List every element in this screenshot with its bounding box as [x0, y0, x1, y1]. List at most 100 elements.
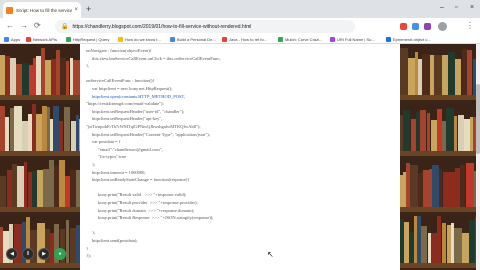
bookmark-item[interactable]: Java - How to ret fo...	[222, 36, 267, 43]
profile-avatar[interactable]	[438, 22, 447, 31]
bookmarks-bar: Apps Network APIs HttpRequest | Query Ho…	[0, 35, 480, 44]
book-spine	[24, 162, 27, 207]
code-line: httpclient.setRequestHeader("Content-Typ…	[92, 131, 210, 137]
next-icon[interactable]: ▶	[38, 248, 50, 260]
book-spine	[400, 48, 408, 95]
code-line: kony.print("Result Response >>> "+JSON.s…	[98, 215, 214, 221]
bookmark-item[interactable]: Apps	[4, 36, 20, 43]
book-spine	[421, 226, 427, 263]
shelf-board	[0, 207, 80, 212]
book-spine	[66, 61, 69, 95]
book-spine	[59, 121, 63, 151]
record-icon[interactable]: ●	[54, 248, 66, 260]
mouse-cursor-icon: ↖	[267, 250, 274, 259]
bookmark-label: Mulch: Curve Crazl...	[285, 37, 323, 42]
book-spine	[454, 116, 457, 151]
book-spine	[460, 165, 465, 207]
bookshelf-background	[0, 44, 80, 270]
code-line: onNavigate : function(objectEvent){	[86, 48, 152, 53]
code-line: });	[86, 253, 91, 259]
code-line: "https://restt4rtnmgd.com/email-validate…	[86, 101, 164, 107]
apps-icon	[4, 37, 9, 42]
menu-icon[interactable]: ⋮	[466, 21, 474, 31]
forward-icon[interactable]: →	[20, 21, 28, 31]
extension-icon[interactable]	[412, 23, 419, 30]
shelf-board	[0, 95, 80, 100]
code-line: this.view.btnServiceCallEvent.onClick = …	[92, 55, 221, 61]
minimize-icon[interactable]: –	[440, 3, 444, 13]
book-spine	[22, 63, 29, 95]
book-spine	[442, 223, 446, 263]
blogger-favicon-icon	[6, 6, 13, 14]
book-spine	[14, 106, 22, 151]
extension-icon[interactable]	[400, 23, 407, 30]
bookmark-favicon-icon	[222, 37, 227, 42]
bookmark-favicon-icon	[278, 37, 283, 42]
scrollbar-thumb[interactable]	[476, 84, 480, 154]
book-spine	[462, 233, 469, 263]
bookmark-item[interactable]: URI Full Name | Su...	[330, 36, 375, 43]
back-icon[interactable]: ←	[6, 21, 14, 31]
bookshelf-background	[400, 44, 480, 270]
code-line: httpclient.onReadyStateChange = function…	[92, 177, 190, 183]
maximize-icon[interactable]: ▫	[455, 3, 457, 13]
close-window-icon[interactable]: ×	[470, 3, 474, 13]
video-controls: ◀ II ▶ ●	[6, 245, 70, 263]
code-line: };	[92, 162, 96, 167]
bookmark-favicon-icon	[170, 37, 175, 42]
new-tab-icon[interactable]: +	[86, 4, 91, 14]
book-spine	[420, 110, 426, 151]
scrollbar[interactable]	[476, 44, 480, 270]
shelf-board	[400, 95, 480, 100]
browser-toolbar: ← → ⟳ 🔒 https://chandlerry.blogspot.com/…	[0, 18, 480, 35]
bookmark-label: Network APIs	[33, 37, 58, 42]
bookmark-label: HttpRequest | Query	[73, 37, 110, 42]
bookmark-favicon-icon	[26, 37, 31, 42]
lock-icon: 🔒	[61, 24, 69, 30]
book-spine	[64, 107, 70, 151]
previous-icon[interactable]: ◀	[6, 248, 18, 260]
book-spine	[439, 169, 442, 207]
browser-tab[interactable]: Script: How to fill the service wi... ×	[3, 2, 81, 18]
address-bar[interactable]: 🔒 https://chandlerry.blogspot.com/2019/0…	[55, 20, 355, 33]
book-spine	[403, 110, 410, 151]
book-spine	[437, 216, 441, 263]
shelf-board	[400, 263, 480, 268]
tab-strip: Script: How to fill the service wi... × …	[0, 0, 480, 18]
book-spine	[422, 54, 430, 95]
url-text: https://chandlerry.blogspot.com/2019/01/…	[72, 23, 252, 30]
bookmark-label: Apps	[11, 37, 21, 42]
blog-post-content: onNavigate : function(objectEvent){ this.…	[80, 44, 400, 270]
book-spine	[448, 172, 455, 207]
bookmark-label: Java - How to ret fo...	[229, 37, 268, 42]
bookmark-label: Build a Personal De...	[177, 37, 216, 42]
extension-icon[interactable]	[424, 23, 431, 30]
bookmark-item[interactable]: How do we know t...	[118, 36, 161, 43]
book-spine	[73, 60, 80, 95]
tab-title: Script: How to fill the service wi...	[16, 7, 73, 13]
code-line: onServiceCallEventFunc : function(){	[86, 78, 155, 84]
reload-icon[interactable]: ⟳	[34, 21, 41, 31]
shelf-board	[400, 151, 480, 156]
tab-close-icon[interactable]: ×	[74, 7, 78, 13]
book-spine	[446, 108, 454, 151]
bookmark-favicon-icon	[66, 37, 71, 42]
book-spine	[427, 113, 430, 151]
book-spine	[5, 117, 9, 151]
book-spine	[454, 228, 462, 263]
bookmark-favicon-icon	[330, 37, 335, 42]
pause-icon[interactable]: II	[22, 248, 34, 260]
code-line: httpclient.setRequestHeader("user-id", "…	[92, 108, 185, 114]
bookmark-item[interactable]: Ephemeral object u...	[386, 36, 431, 43]
bookmark-item[interactable]: Mulch: Curve Crazl...	[278, 36, 322, 43]
code-line: httpclient.timeout = 1000000;	[92, 169, 146, 175]
book-spine	[466, 163, 474, 207]
bookmark-item[interactable]: Network APIs	[26, 36, 57, 43]
book-spine	[448, 52, 455, 95]
code-line: httpclient.send(postdata);	[92, 238, 138, 243]
book-spine	[434, 55, 442, 95]
shelf-board	[0, 263, 80, 268]
bookmark-item[interactable]: Build a Personal De...	[170, 36, 216, 43]
bookmark-item[interactable]: HttpRequest | Query	[66, 36, 109, 43]
bookmark-favicon-icon	[118, 37, 123, 42]
